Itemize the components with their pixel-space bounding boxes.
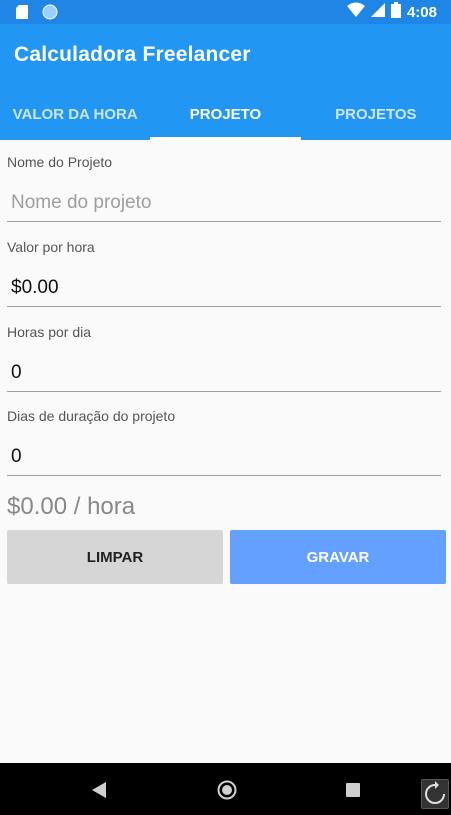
sd-card-icon — [16, 5, 28, 24]
app-title: Calculadora Freelancer — [14, 43, 251, 66]
battery-icon — [390, 2, 401, 22]
clear-button[interactable]: LIMPAR — [7, 530, 223, 584]
hourly-rate-input[interactable]: $0.00 — [7, 273, 441, 307]
tab-label: VALOR DA HORA — [12, 105, 138, 123]
tab-bar: VALOR DA HORA PROJETO PROJETOS — [0, 88, 451, 140]
tab-label: PROJETOS — [335, 105, 417, 123]
wifi-icon — [346, 2, 365, 22]
signal-icon — [370, 3, 385, 21]
hourly-rate-label: Valor por hora — [7, 239, 95, 255]
hours-per-day-label: Horas por dia — [7, 324, 92, 340]
back-icon[interactable] — [92, 782, 106, 803]
navigation-bar — [0, 763, 451, 815]
sync-icon — [42, 4, 58, 25]
status-time: 4:08 — [406, 3, 437, 21]
recent-apps-icon[interactable] — [346, 783, 360, 802]
tab-projeto[interactable]: PROJETO — [150, 88, 301, 140]
hours-per-day-input[interactable]: 0 — [7, 358, 441, 392]
rotate-icon[interactable] — [421, 779, 449, 809]
tab-valor-da-hora[interactable]: VALOR DA HORA — [0, 88, 150, 140]
status-bar: 4:08 — [0, 0, 451, 24]
project-name-input[interactable]: Nome do projeto — [7, 188, 441, 222]
tab-label: PROJETO — [189, 105, 262, 123]
app-bar: Calculadora Freelancer — [0, 24, 451, 88]
tab-projetos[interactable]: PROJETOS — [301, 88, 451, 140]
hourly-rate-result: $0.00 / hora — [7, 493, 136, 520]
project-days-label: Dias de duração do projeto — [7, 408, 176, 424]
project-name-label: Nome do Projeto — [7, 154, 113, 170]
save-button[interactable]: GRAVAR — [230, 530, 446, 584]
project-days-input[interactable]: 0 — [7, 442, 441, 476]
home-icon[interactable] — [217, 780, 237, 805]
